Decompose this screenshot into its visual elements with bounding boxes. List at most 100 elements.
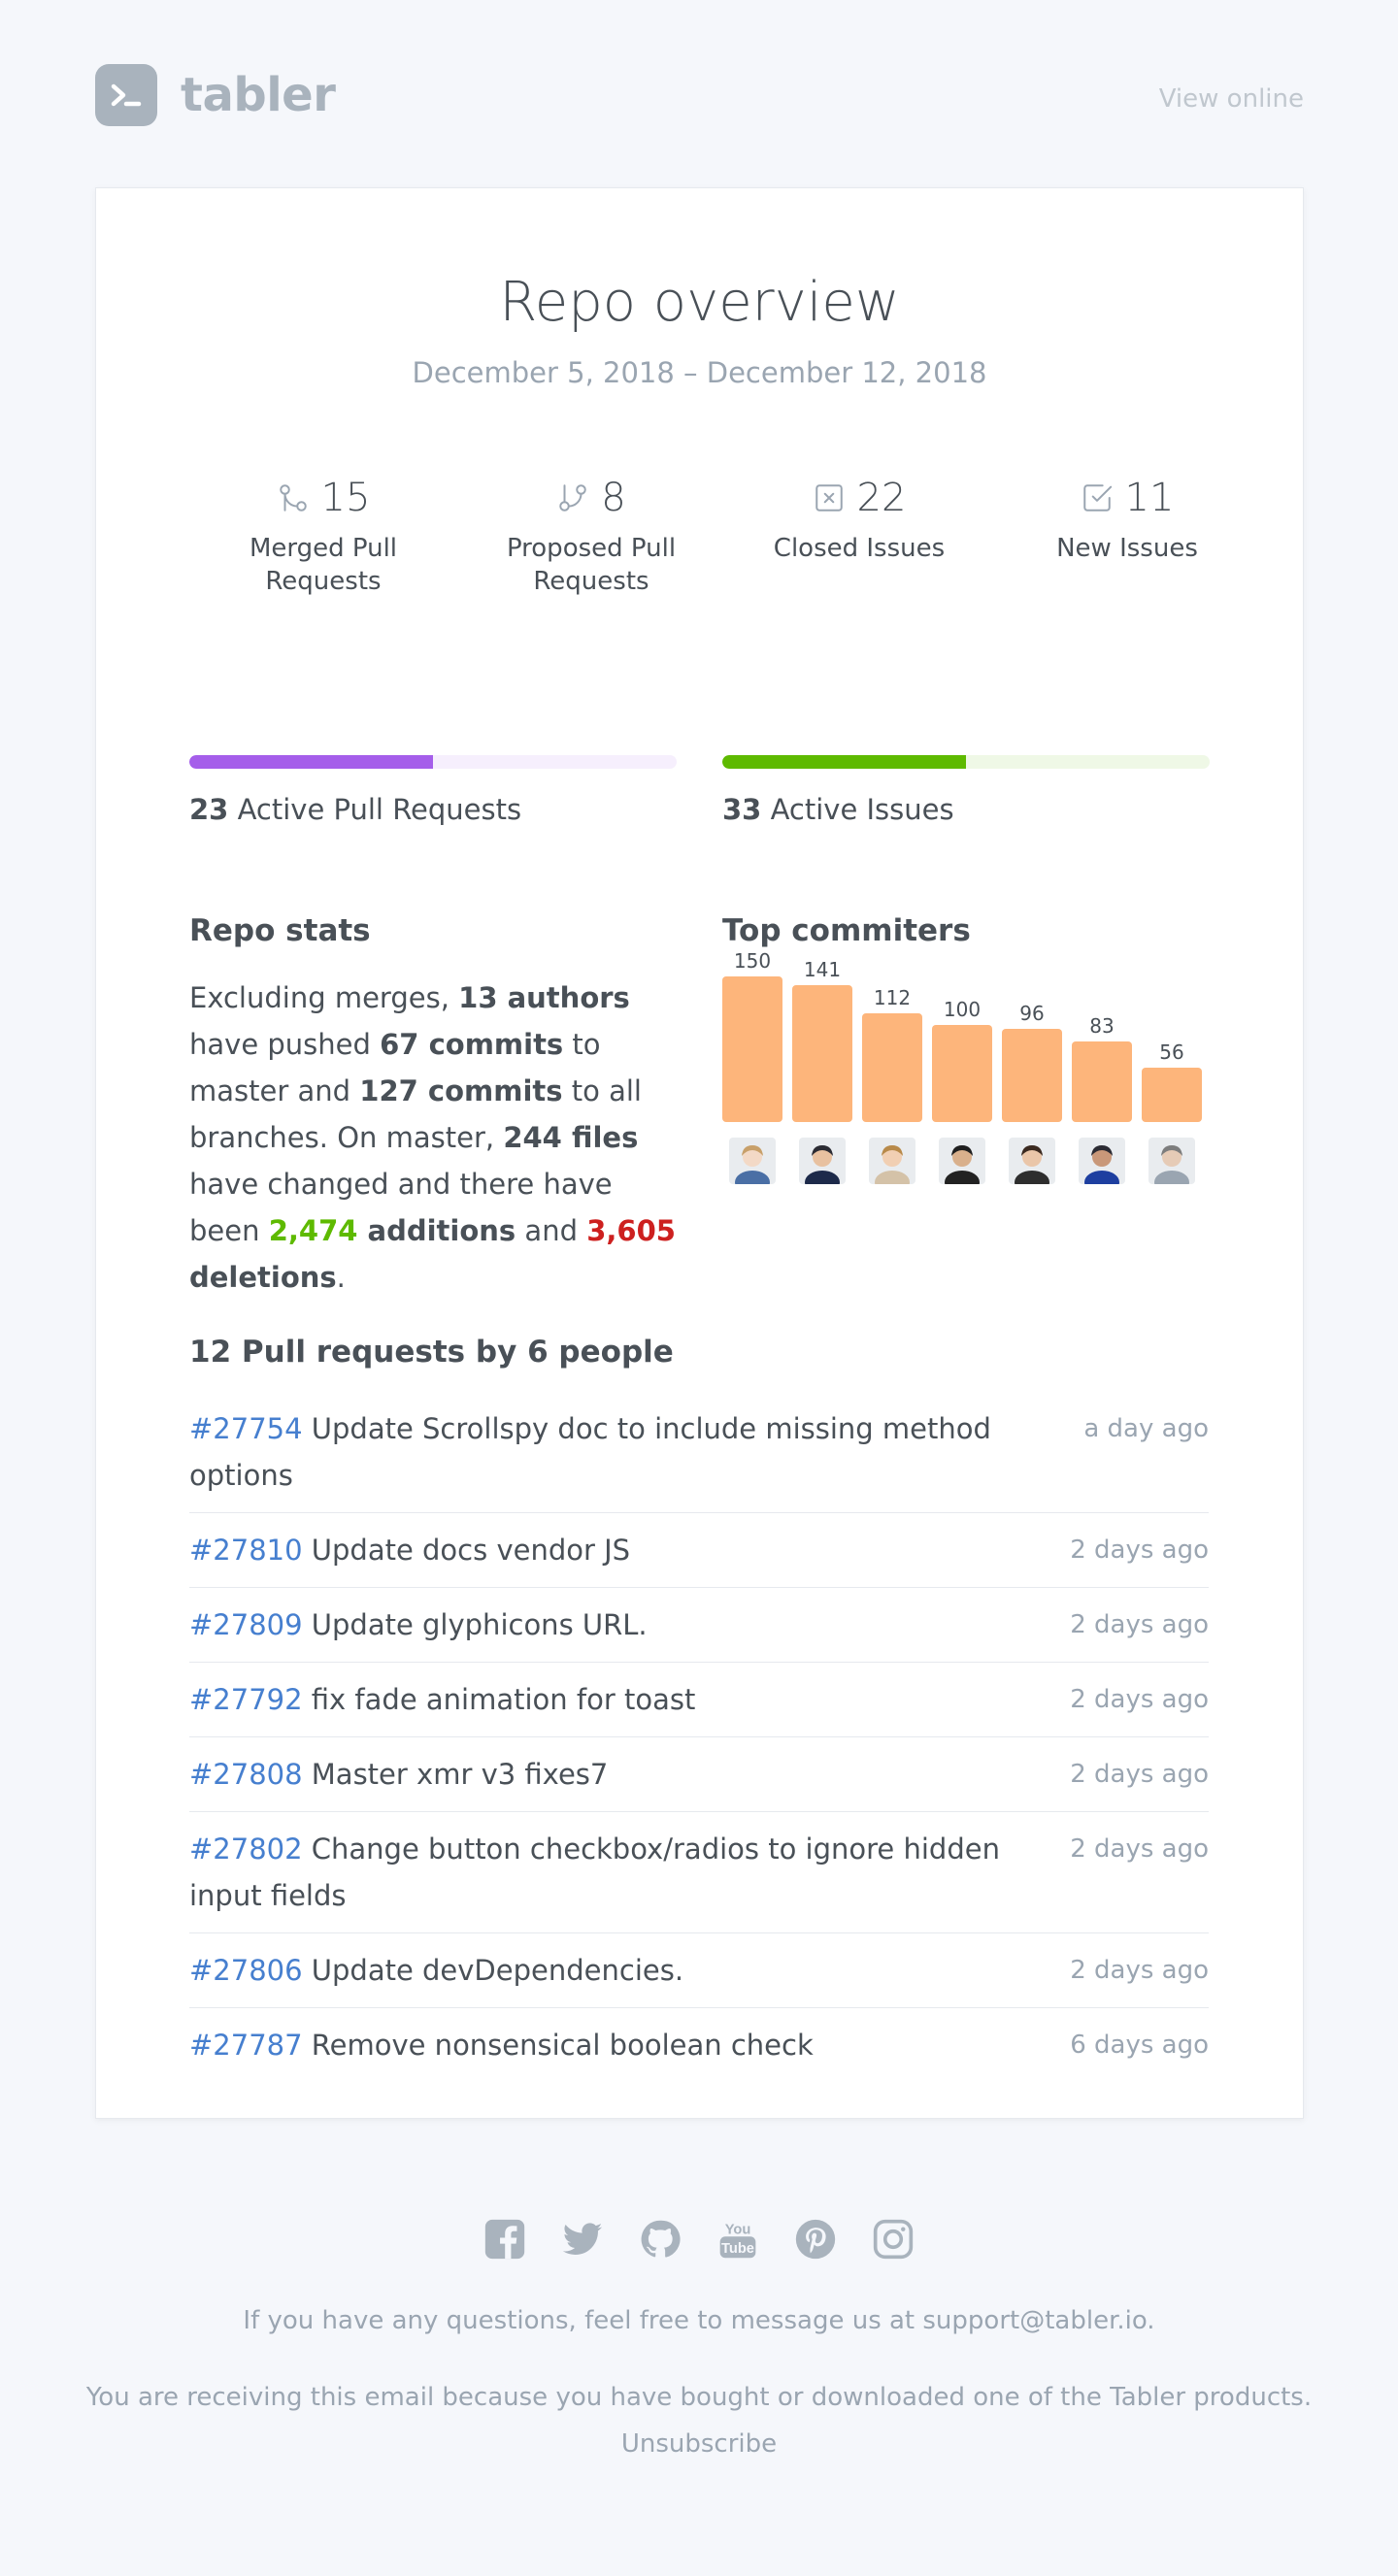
commiter-avatar[interactable] [1079, 1138, 1125, 1184]
pull-request-title: Update devDependencies. [302, 1954, 684, 1987]
pull-request-number[interactable]: #27808 [189, 1758, 303, 1791]
pull-request-title: Update docs vendor JS [302, 1534, 631, 1567]
top-commiters-chart: 150 141 112 100 96 83 56 [722, 949, 1208, 1207]
pull-request-time: 2 days ago [1070, 1760, 1209, 1789]
text-span: and [516, 1214, 587, 1247]
pull-request-time: 2 days ago [1070, 1685, 1209, 1714]
deletions-word: deletions [189, 1261, 337, 1294]
facebook-icon[interactable] [483, 2218, 526, 2261]
commiter-avatar[interactable] [799, 1138, 846, 1184]
bar [1072, 1041, 1132, 1122]
commiter-avatar[interactable] [729, 1138, 776, 1184]
social-icons: You Tube [0, 2218, 1398, 2261]
x-square-icon [815, 484, 843, 512]
pull-request-title: Remove nonsensical boolean check [302, 2029, 814, 2062]
authors-count: 13 authors [458, 981, 630, 1014]
stat-value: 22 [856, 476, 907, 520]
stat-merged-pull-requests: 15 Merged Pull Requests [189, 472, 457, 598]
bar [792, 985, 852, 1122]
deletions-count: 3,605 [586, 1214, 676, 1247]
pull-request-number[interactable]: #27810 [189, 1534, 303, 1567]
pull-request-number[interactable]: #27754 [189, 1412, 303, 1445]
active-issues-label: Active Issues [770, 793, 954, 826]
master-commits-count: 67 commits [380, 1028, 564, 1061]
github-icon[interactable] [639, 2218, 682, 2261]
commiter-avatar[interactable] [1009, 1138, 1055, 1184]
active-pr-label: Active Pull Requests [237, 793, 522, 826]
pull-request-row[interactable]: #27802 Change button checkbox/radios to … [189, 1812, 1209, 1933]
commiter-bar-column: 100 [932, 998, 992, 1122]
stat-value: 8 [601, 476, 626, 520]
bar [1002, 1029, 1062, 1122]
twitter-icon[interactable] [561, 2218, 604, 2261]
commiter-bar-column: 96 [1002, 1002, 1062, 1122]
stat-proposed-pull-requests: 8 Proposed Pull Requests [457, 472, 725, 598]
view-online-link[interactable]: View online [1159, 83, 1304, 115]
top-commiters-title: Top commiters [722, 913, 971, 948]
pull-request-row[interactable]: #27809 Update glyphicons URL. 2 days ago [189, 1588, 1209, 1663]
logo-text[interactable]: tabler [181, 68, 336, 122]
stat-label: New Issues [1056, 534, 1198, 563]
stat-label: Merged Pull Requests [249, 534, 398, 596]
progress-fill [189, 755, 433, 769]
repo-stats-text: Excluding merges, 13 authors have pushed… [189, 974, 684, 1301]
pull-request-row[interactable]: #27754 Update Scrollspy doc to include m… [189, 1392, 1209, 1513]
pull-request-number[interactable]: #27809 [189, 1608, 303, 1641]
stat-label: Proposed Pull Requests [506, 534, 677, 596]
active-issues-count: 33 [722, 793, 762, 826]
pull-request-title: Update glyphicons URL. [302, 1608, 648, 1641]
repo-stats-title: Repo stats [189, 913, 371, 948]
pinterest-icon[interactable] [794, 2218, 837, 2261]
files-count: 244 files [503, 1121, 639, 1154]
stat-new-issues: 11 New Issues [993, 472, 1261, 565]
check-square-icon [1082, 484, 1112, 512]
text-span: . [336, 1261, 346, 1294]
progress-fill [722, 755, 966, 769]
text-span: have pushed [189, 1028, 381, 1061]
bar-value-label: 141 [803, 958, 842, 981]
report-card: Repo overview December 5, 2018 – Decembe… [95, 187, 1304, 2119]
bar-value-label: 56 [1159, 1040, 1184, 1064]
pull-request-time: 2 days ago [1070, 1610, 1209, 1639]
pull-request-row[interactable]: #27787 Remove nonsensical boolean check 6… [189, 2008, 1209, 2082]
pull-request-time: 2 days ago [1070, 1956, 1209, 1985]
pull-request-title: Master xmr v3 fixes7 [302, 1758, 609, 1791]
git-branch-icon [559, 484, 587, 512]
tabler-logo-icon[interactable] [95, 64, 157, 126]
pull-request-list: #27754 Update Scrollspy doc to include m… [189, 1392, 1209, 2082]
active-pull-requests-progress: 23 Active Pull Requests [189, 755, 677, 827]
youtube-icon[interactable]: You Tube [716, 2218, 759, 2261]
pull-request-row[interactable]: #27810 Update docs vendor JS 2 days ago [189, 1513, 1209, 1588]
pull-requests-title: 12 Pull requests by 6 people [189, 1335, 674, 1370]
bar-value-label: 83 [1089, 1014, 1115, 1038]
stats-row: 15 Merged Pull Requests 8 Proposed Pull … [189, 472, 1261, 608]
active-pr-count: 23 [189, 793, 229, 826]
date-range: December 5, 2018 – December 12, 2018 [412, 356, 987, 389]
bar [1142, 1068, 1202, 1122]
commiter-avatar[interactable] [869, 1138, 915, 1184]
unsubscribe-link[interactable]: Unsubscribe [0, 2421, 1398, 2467]
stat-closed-issues: 22 Closed Issues [725, 472, 993, 565]
pull-request-time: a day ago [1083, 1414, 1209, 1443]
svg-text:You: You [725, 2223, 751, 2238]
pull-request-number[interactable]: #27806 [189, 1954, 303, 1987]
all-commits-count: 127 commits [359, 1074, 563, 1107]
bar [932, 1025, 992, 1122]
bar-value-label: 112 [873, 986, 912, 1009]
commiter-avatar[interactable] [1148, 1138, 1195, 1184]
stat-value: 15 [320, 476, 371, 520]
bar-value-label: 150 [733, 949, 772, 973]
instagram-icon[interactable] [872, 2218, 915, 2261]
bar [862, 1013, 922, 1122]
pull-request-number[interactable]: #27802 [189, 1833, 303, 1866]
pull-request-number[interactable]: #27787 [189, 2029, 303, 2062]
footer-questions: If you have any questions, feel free to … [243, 2306, 1155, 2335]
commiter-avatar[interactable] [939, 1138, 985, 1184]
pull-request-title: Change button checkbox/radios to ignore … [189, 1833, 1000, 1912]
pull-request-row[interactable]: #27792 fix fade animation for toast 2 day… [189, 1663, 1209, 1737]
pull-request-row[interactable]: #27808 Master xmr v3 fixes7 2 days ago [189, 1737, 1209, 1812]
bar [722, 976, 782, 1122]
commiter-bar-column: 150 [722, 949, 782, 1122]
pull-request-number[interactable]: #27792 [189, 1683, 303, 1716]
pull-request-row[interactable]: #27806 Update devDependencies. 2 days ago [189, 1933, 1209, 2008]
